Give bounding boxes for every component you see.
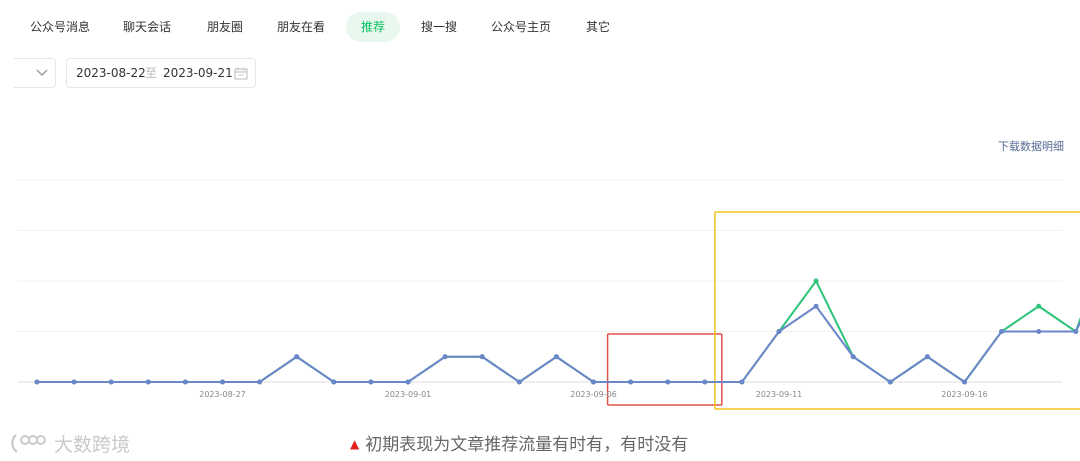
series-line-0 <box>37 305 1080 383</box>
data-point <box>813 303 819 309</box>
red-triangle-icon: ▲ <box>350 437 360 451</box>
data-point <box>553 354 559 360</box>
trend-chart: 2023-08-27 2023-09-01 2023-09-06 2023-09-11… <box>18 179 1080 410</box>
data-point <box>924 354 930 360</box>
data-point <box>405 379 411 385</box>
data-point <box>999 329 1005 334</box>
watermark-text: 大数跨境 <box>54 434 131 456</box>
data-point <box>591 379 596 385</box>
data-point <box>1036 329 1042 334</box>
data-point <box>145 379 151 385</box>
data-point <box>628 379 634 385</box>
data-point <box>479 354 485 360</box>
data-point <box>182 379 188 385</box>
data-point <box>1036 303 1042 309</box>
data-point <box>516 379 522 385</box>
yellow-highlight-box <box>714 211 1080 410</box>
data-point <box>368 379 374 385</box>
data-point <box>887 379 893 385</box>
data-point <box>442 354 448 360</box>
data-point <box>776 329 782 334</box>
watermark: 大数跨境 <box>10 430 131 456</box>
data-point <box>331 379 337 385</box>
caption: ▲ 初期表现为文章推荐流量有时有，有时没有 <box>350 430 688 455</box>
data-point <box>813 278 819 284</box>
x-tick-label: 2023-09-16 <box>941 390 988 399</box>
data-point <box>665 379 671 385</box>
data-point <box>71 379 77 385</box>
x-tick-label: 2023-09-01 <box>385 390 432 399</box>
data-point <box>34 379 40 385</box>
data-point <box>220 379 225 385</box>
caption-text: 初期表现为文章推荐流量有时有，有时没有 <box>365 435 689 455</box>
x-tick-label: 2023-09-06 <box>570 390 617 399</box>
data-point <box>850 354 856 360</box>
data-point <box>739 379 745 385</box>
data-point <box>257 379 263 385</box>
x-tick-label: 2023-08-27 <box>199 390 246 399</box>
logo-icon <box>11 434 46 453</box>
red-highlight-box <box>606 333 723 406</box>
x-tick-label: 2023-09-11 <box>756 390 803 399</box>
data-point <box>702 379 708 385</box>
data-point <box>1073 329 1079 334</box>
data-point <box>294 354 300 360</box>
data-point <box>108 379 114 385</box>
data-point <box>962 379 967 385</box>
